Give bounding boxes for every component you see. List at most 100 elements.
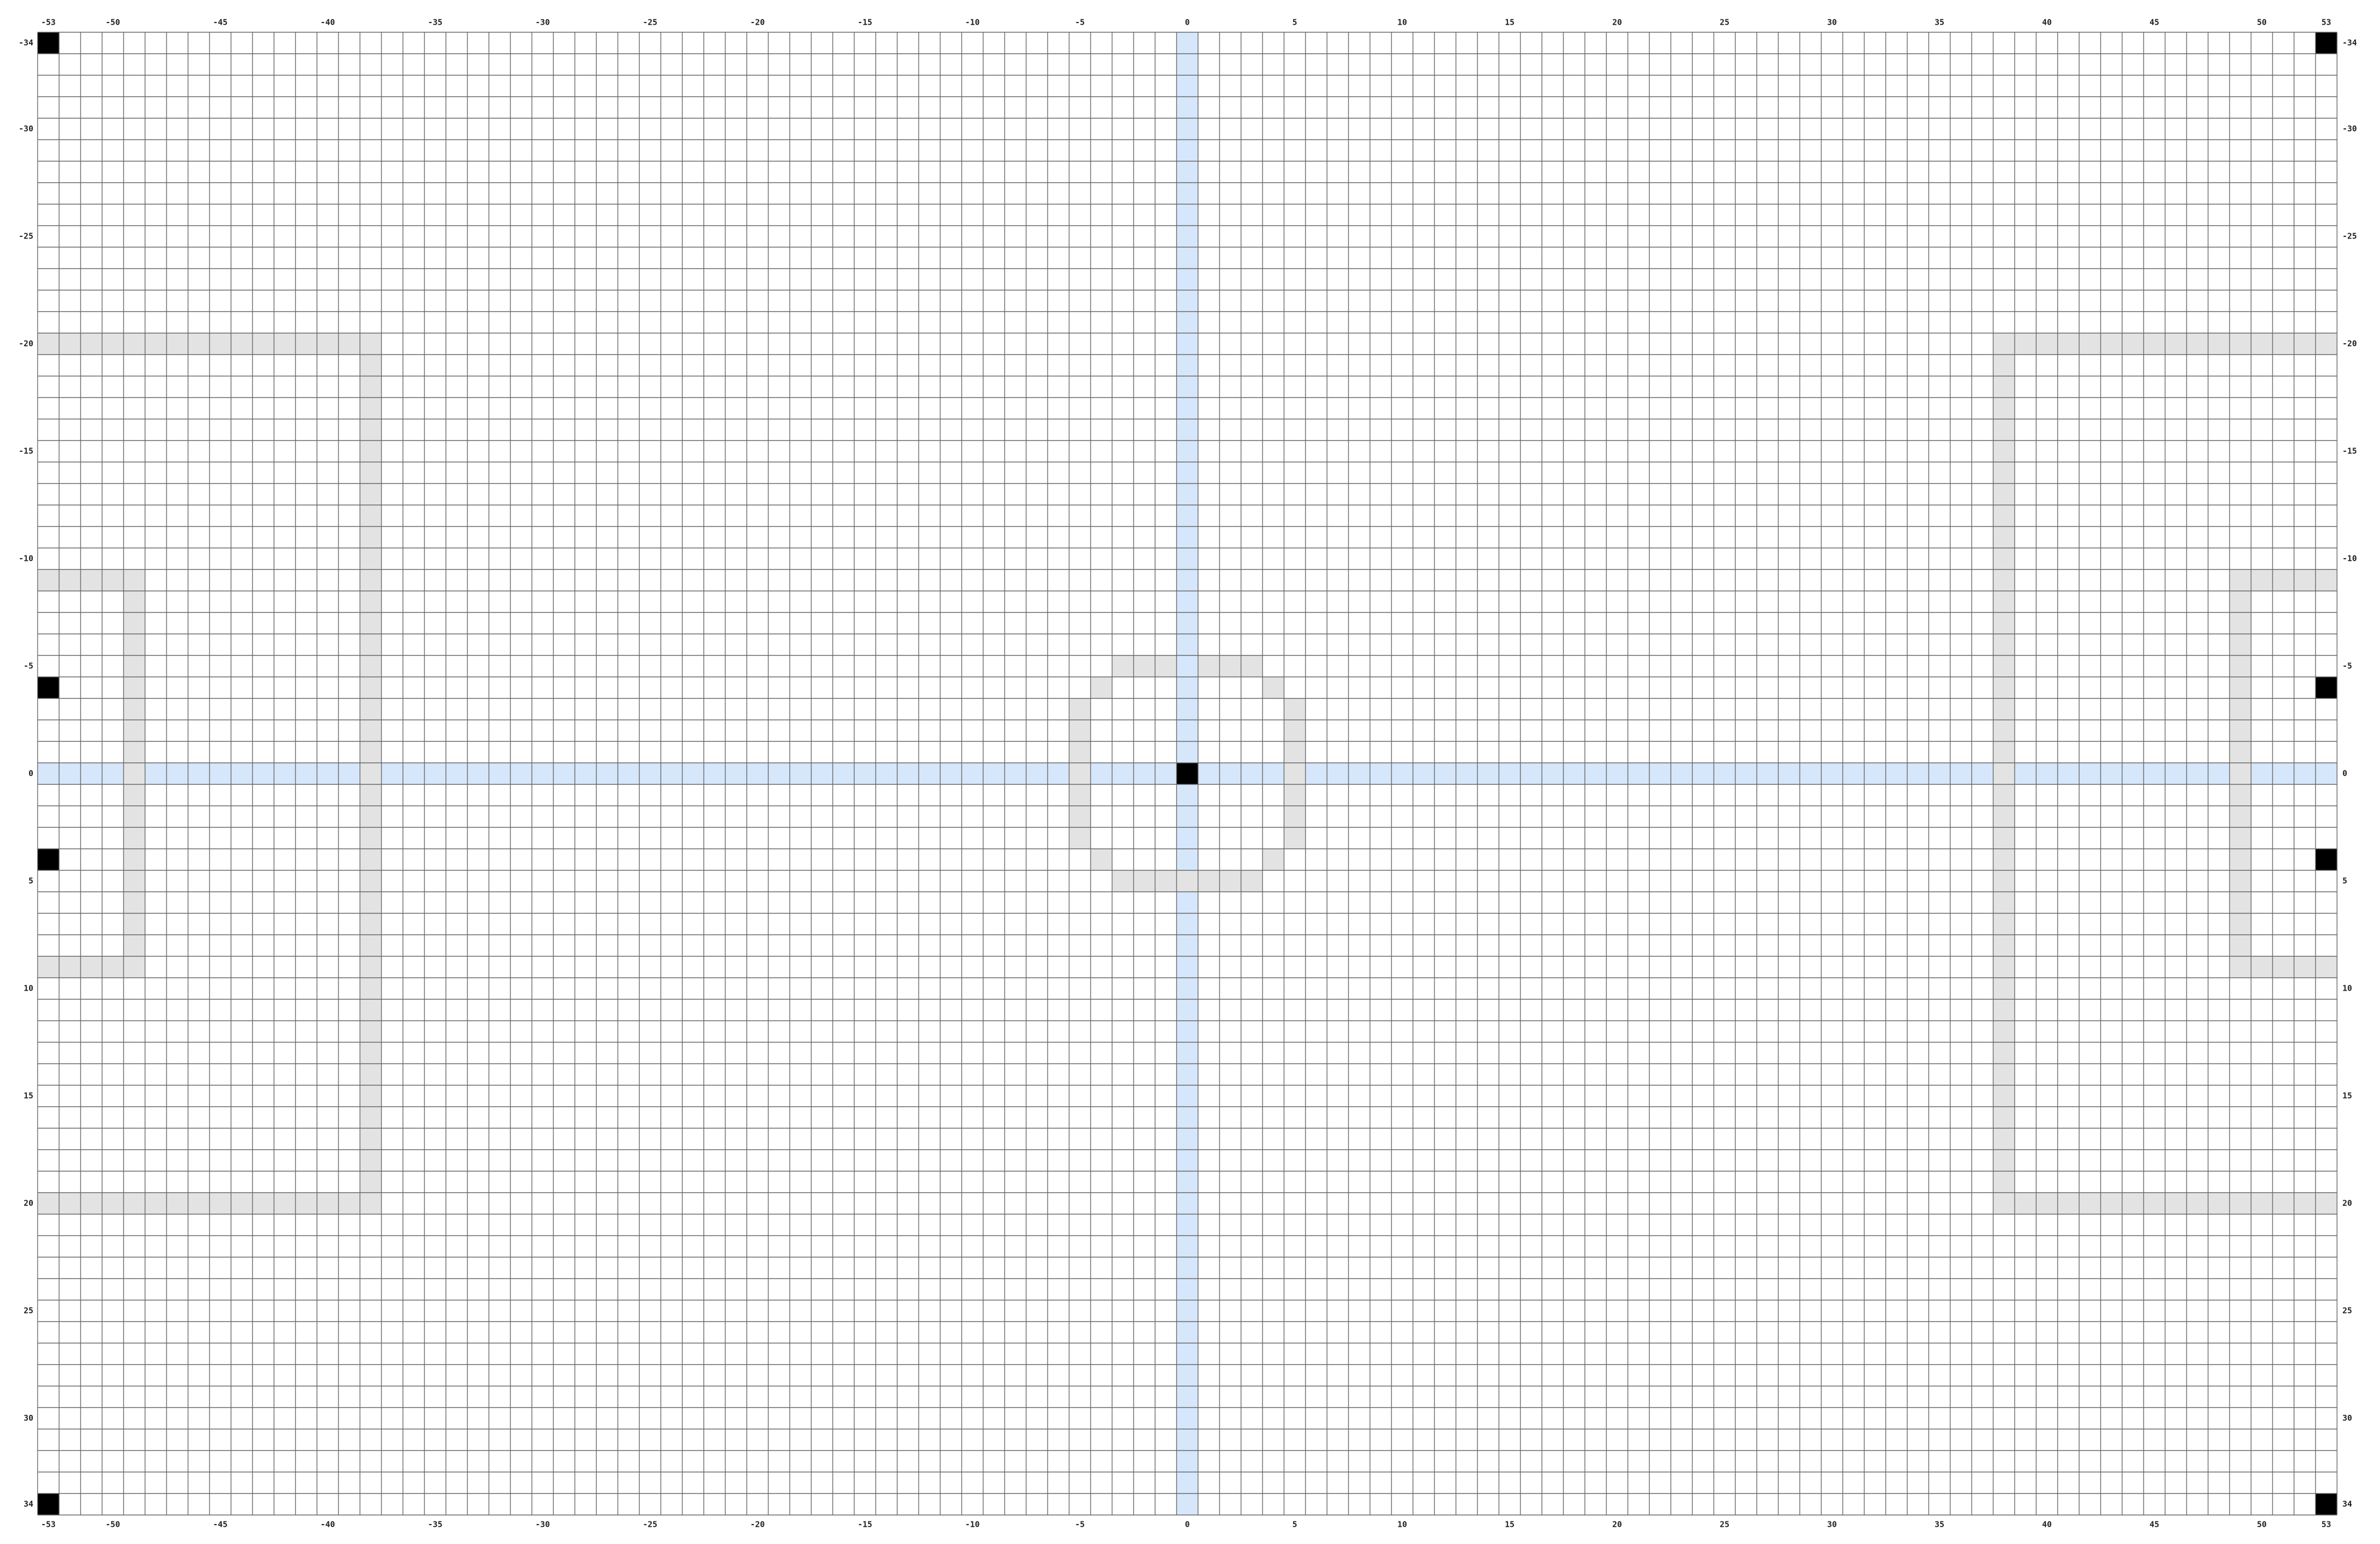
right-penalty-area-cell	[1993, 849, 2015, 870]
center-circle-cell	[1284, 827, 1306, 849]
x-tick-label-top: 10	[1397, 18, 1407, 27]
center-circle-cell	[1284, 741, 1306, 763]
left-penalty-area-cell	[360, 913, 381, 935]
left-penalty-area-cell	[360, 999, 381, 1021]
right-penalty-area-cell	[2015, 333, 2036, 355]
left-goal-area-cell	[124, 655, 145, 677]
right-goal-area-cell	[2230, 913, 2251, 935]
right-goal-area-cell	[2273, 956, 2294, 978]
left-penalty-area-cell	[360, 978, 381, 999]
center-circle-cell	[1198, 870, 1220, 892]
right-penalty-area-cell	[2208, 1193, 2230, 1214]
left-goal-area-cell	[81, 569, 102, 591]
left-penalty-area-cell	[360, 505, 381, 526]
right-penalty-area-cell	[1993, 913, 2015, 935]
left-penalty-area-cell	[317, 1193, 338, 1214]
left-goal-area-cell	[81, 956, 102, 978]
right-penalty-area-cell	[1993, 612, 2015, 634]
left-penalty-area-cell	[360, 355, 381, 376]
right-goal-area-cell	[2251, 569, 2273, 591]
right-penalty-area-cell	[1993, 978, 2015, 999]
right-penalty-area-cell	[2058, 1193, 2079, 1214]
left-penalty-area-cell	[360, 677, 381, 698]
x-tick-label-top: 53	[2321, 18, 2331, 27]
right-goal-area-cell	[2230, 677, 2251, 698]
left-penalty-area-cell	[59, 333, 81, 355]
y-tick-label-right: -20	[2342, 339, 2357, 349]
left-goal-area-cell	[124, 784, 145, 806]
y-tick-label-left: 15	[24, 1091, 33, 1101]
right-goal-area-cell	[2230, 849, 2251, 870]
x-tick-label-bottom: -53	[41, 1520, 55, 1529]
right-goal-area-cell	[2273, 569, 2294, 591]
left-penalty-area-cell	[360, 419, 381, 441]
x-tick-label-bottom: 0	[1185, 1520, 1189, 1529]
right-goal-area-cell	[2230, 655, 2251, 677]
marker-cell	[38, 677, 59, 698]
right-goal-area-cell	[2230, 892, 2251, 913]
x-tick-label-bottom: -25	[643, 1520, 657, 1529]
right-penalty-area-cell	[2165, 333, 2187, 355]
y-tick-label-right: 10	[2342, 984, 2352, 993]
right-penalty-area-cell	[1993, 999, 2015, 1021]
left-goal-area-cell	[124, 720, 145, 741]
right-penalty-area-cell	[1993, 398, 2015, 419]
x-tick-label-top: 0	[1185, 18, 1189, 27]
left-penalty-area-cell	[360, 634, 381, 655]
center-circle-cell	[1177, 870, 1198, 892]
right-penalty-area-cell	[1993, 698, 2015, 720]
right-goal-area-cell	[2230, 935, 2251, 956]
right-penalty-area-cell	[1993, 548, 2015, 569]
x-tick-label-bottom: 25	[1720, 1520, 1729, 1529]
y-tick-label-left: -25	[19, 232, 33, 241]
x-tick-label-bottom: 20	[1612, 1520, 1622, 1529]
right-penalty-area-cell	[2230, 333, 2251, 355]
x-tick-label-bottom: -20	[750, 1520, 765, 1529]
left-penalty-area-cell	[188, 1193, 210, 1214]
right-penalty-area-cell	[1993, 1064, 2015, 1085]
center-circle-cell	[1284, 784, 1306, 806]
right-penalty-area-cell	[1993, 462, 2015, 484]
x-tick-label-bottom: 30	[1827, 1520, 1837, 1529]
right-penalty-area-cell	[2273, 333, 2294, 355]
x-tick-label-bottom: 15	[1505, 1520, 1514, 1529]
center-circle-cell	[1198, 655, 1220, 677]
left-penalty-area-cell	[317, 333, 338, 355]
right-penalty-area-cell	[1993, 935, 2015, 956]
center-circle-cell	[1069, 720, 1091, 741]
right-penalty-area-cell	[1993, 677, 2015, 698]
y-tick-label-left: 0	[28, 769, 33, 778]
right-penalty-area-cell	[1993, 827, 2015, 849]
right-penalty-area-cell	[2273, 1193, 2294, 1214]
left-goal-area-cell	[124, 698, 145, 720]
center-circle-cell	[1284, 698, 1306, 720]
left-goal-area-cell	[124, 591, 145, 612]
center-circle-cell	[1069, 806, 1091, 827]
right-penalty-area-cell	[1993, 441, 2015, 462]
left-penalty-area-cell	[360, 784, 381, 806]
left-penalty-area-cell	[360, 827, 381, 849]
left-penalty-area-cell	[360, 720, 381, 741]
left-penalty-area-cell	[360, 741, 381, 763]
right-penalty-area-cell	[1993, 870, 2015, 892]
y-tick-label-left: 34	[24, 1499, 33, 1509]
y-tick-label-left: -20	[19, 339, 33, 349]
y-tick-label-left: 5	[28, 876, 33, 886]
x-tick-label-top: -53	[41, 18, 55, 27]
x-tick-label-top: 25	[1720, 18, 1729, 27]
marker-cell	[38, 32, 59, 54]
left-penalty-area-cell	[274, 1193, 295, 1214]
center-circle-cell	[1069, 741, 1091, 763]
right-penalty-area-cell	[2251, 333, 2273, 355]
right-penalty-area-cell	[1993, 1042, 2015, 1064]
y-tick-label-right: 5	[2342, 876, 2347, 886]
right-penalty-area-cell	[1993, 591, 2015, 612]
left-goal-area-cell	[124, 741, 145, 763]
right-penalty-area-cell	[1993, 1171, 2015, 1193]
center-circle-cell	[1134, 655, 1155, 677]
right-goal-area-cell	[2230, 870, 2251, 892]
center-circle-cell	[1112, 870, 1134, 892]
center-circle-cell	[1241, 870, 1263, 892]
left-penalty-area-cell	[360, 376, 381, 398]
marker-cell	[38, 1494, 59, 1515]
